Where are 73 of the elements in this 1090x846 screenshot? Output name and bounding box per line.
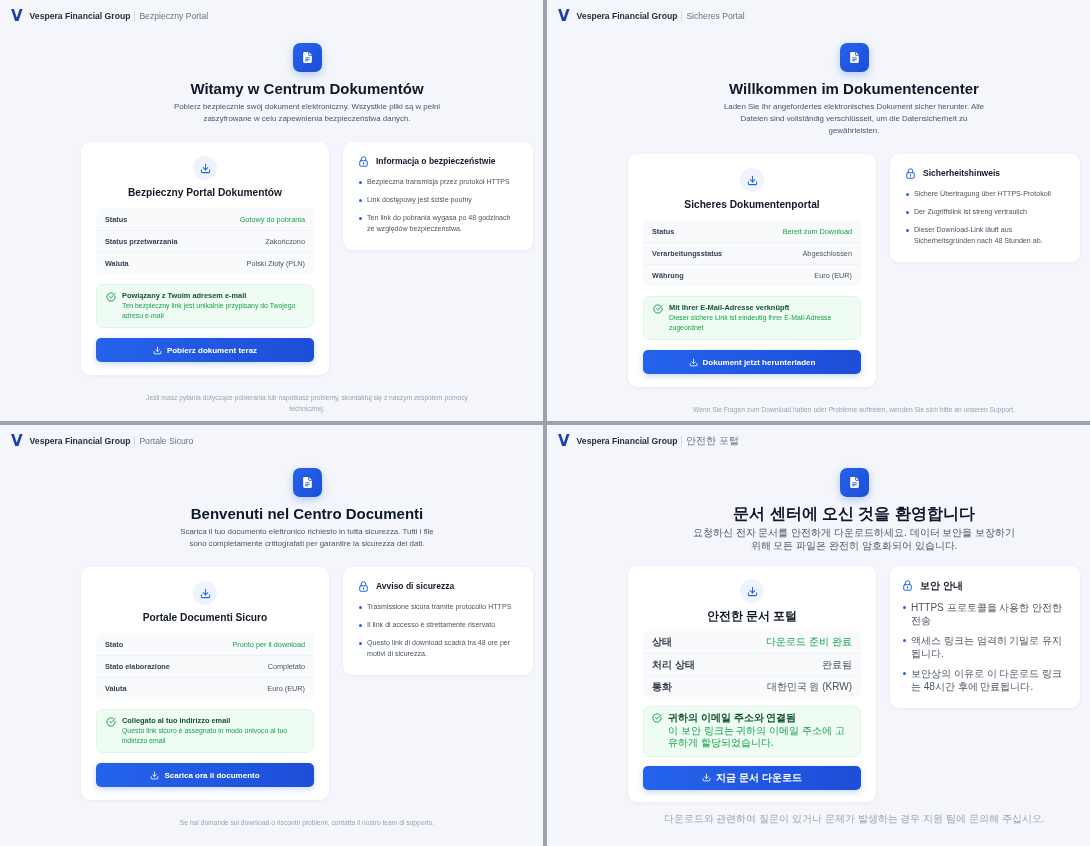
detail-label: 처리 상태	[652, 657, 695, 672]
bullet-icon	[903, 639, 906, 642]
card-title: Portale Documenti Sicuro	[141, 612, 269, 624]
bullet-icon	[903, 606, 906, 609]
logo-mark: V	[11, 9, 23, 23]
portal-name: Bezpieczny Portal	[139, 11, 209, 21]
document-icon	[839, 468, 869, 497]
portal-name: 안전한 포털	[686, 434, 740, 448]
download-icon	[193, 581, 217, 605]
detail-value: 완료됨	[822, 657, 852, 672]
document-icon	[292, 43, 322, 72]
download-button[interactable]: 지금 문서 다운로드	[643, 765, 861, 790]
download-icon	[740, 168, 764, 192]
card-title: 안전한 문서 포털	[705, 609, 799, 623]
detail-label: 통화	[652, 679, 672, 694]
bullet-icon	[906, 211, 909, 214]
download-icon	[152, 345, 162, 355]
document-icon	[839, 43, 869, 72]
portal-name: Portale Sicuro	[139, 436, 194, 446]
security-item: 보안상의 이유로 이 다운로드 링크는 48시간 후에 만료됩니다.	[911, 667, 1064, 693]
bullet-icon	[903, 672, 906, 675]
download-icon	[740, 579, 764, 603]
bullet-icon	[359, 606, 362, 609]
lock-icon	[903, 580, 912, 591]
page-title: 문서 센터에 오신 것을 환영합니다	[733, 504, 975, 523]
download-button[interactable]: Dokument jetzt herunterladen	[643, 350, 861, 374]
page-title: Witamy w Centrum Dokumentów	[190, 80, 424, 98]
lock-icon	[906, 168, 915, 179]
security-item: 액세스 링크는 엄격히 기밀로 유지됩니다.	[911, 634, 1064, 660]
notice-title: 귀하의 이메일 주소와 연결됨	[668, 712, 798, 725]
security-title: 보안 안내	[920, 580, 963, 591]
download-icon	[150, 770, 160, 780]
bullet-icon	[359, 181, 362, 184]
download-icon	[688, 357, 698, 367]
lock-icon	[359, 581, 368, 592]
security-title: Informacja o bezpieczeństwie	[376, 156, 496, 167]
download-button[interactable]: Pobierz dokument teraz	[96, 338, 314, 362]
card-title: Sicheres Dokumentenportal	[683, 199, 821, 211]
logo-mark: V	[11, 434, 23, 448]
brand-name: Vespera Financial Group	[29, 11, 131, 21]
brand-name: Vespera Financial Group	[29, 436, 131, 446]
notice-text: 이 보안 링크는 귀하의 이메일 주소에 고유하게 할당되었습니다.	[668, 724, 846, 750]
footer-note: 다운로드와 관련하여 질문이 있거나 문제가 발생하는 경우 지원 팀에 문의해 주십시오.	[663, 812, 1045, 825]
lock-icon	[359, 156, 368, 167]
logo-mark: V	[558, 9, 570, 23]
page-subtitle: 요청하신 전자 문서를 안전하게 다운로드하세요. 데이터 보안을 보장하기 위해 모든 파일은 완전히 암호화되어 있습니다.	[691, 526, 1017, 552]
detail-value: 대한민국 원 (KRW)	[766, 679, 852, 694]
portal-name: Sicheres Portal	[686, 11, 745, 21]
brand-name: Vespera Financial Group	[576, 11, 678, 21]
security-title: Sicherheitshinweis	[923, 168, 1000, 179]
download-button[interactable]: Scarica ora il documento	[96, 763, 314, 787]
status-value: 다운로드 준비 완료	[766, 635, 852, 649]
check-circle-icon	[653, 304, 663, 314]
bullet-icon	[359, 642, 362, 645]
check-circle-icon	[106, 717, 116, 727]
check-circle-icon	[106, 292, 116, 302]
logo-mark: V	[558, 434, 570, 448]
card-title: Bezpieczny Portal Dokumentów	[127, 187, 283, 199]
brand-name: Vespera Financial Group	[576, 436, 678, 446]
download-icon	[193, 156, 217, 180]
download-icon	[702, 773, 712, 782]
page-title: Benvenuti nel Centro Documenti	[190, 505, 424, 523]
bullet-icon	[906, 193, 909, 196]
bullet-icon	[359, 624, 362, 627]
detail-label: 상태	[652, 635, 672, 649]
security-item: HTTPS 프로토콜을 사용한 안전한 전송	[911, 601, 1064, 627]
page-title: Willkommen im Dokumentencenter	[729, 80, 979, 98]
bullet-icon	[906, 229, 909, 232]
security-title: Avviso di sicurezza	[376, 581, 455, 592]
bullet-icon	[359, 217, 362, 220]
bullet-icon	[359, 199, 362, 202]
check-circle-icon	[652, 713, 662, 723]
document-icon	[292, 468, 322, 497]
